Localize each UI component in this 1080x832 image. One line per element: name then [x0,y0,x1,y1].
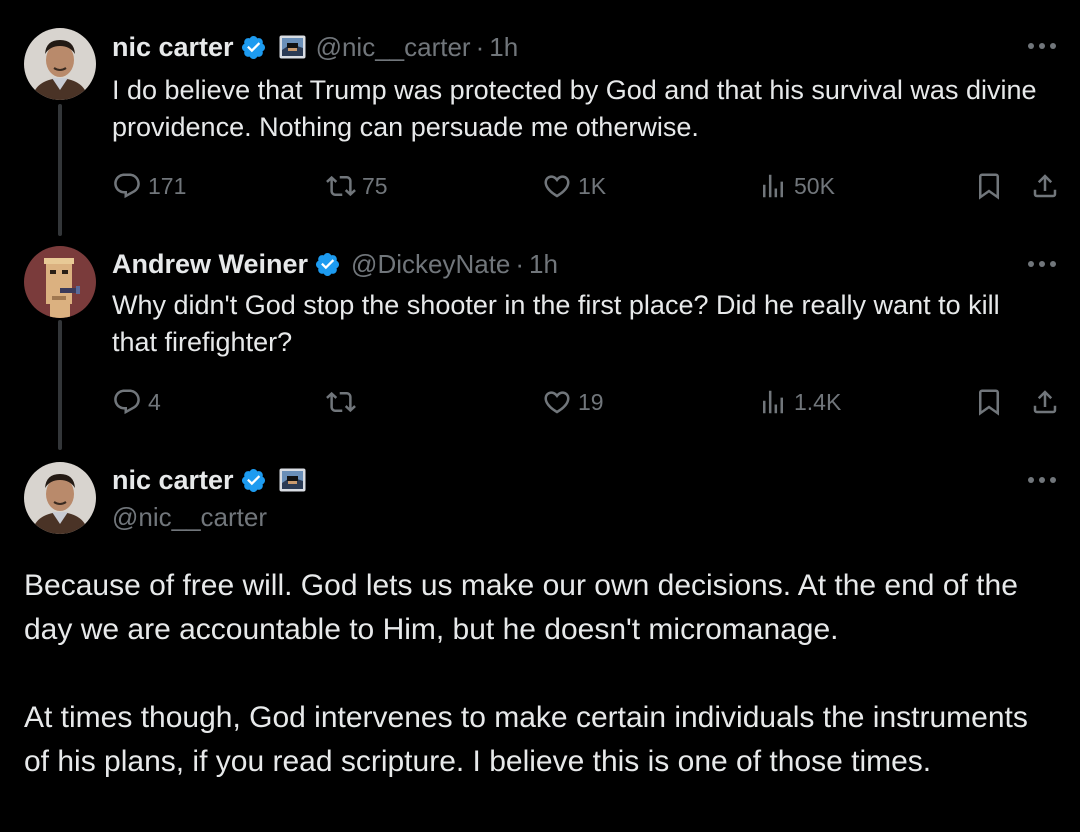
reply-icon [114,389,140,415]
like-icon [544,391,570,414]
more-icon[interactable] [1028,475,1056,485]
tweet-header: nic carter [112,463,306,497]
verified-badge-icon[interactable] [314,251,341,278]
reply-count: 4 [148,388,161,415]
separator: · [515,248,525,279]
tweet-header: Andrew Weiner @DickeyNate · 1h [112,247,558,281]
repost-button[interactable] [326,384,362,420]
timestamp[interactable]: 1h [529,249,558,280]
tweet-paragraph: At times though, God intervenes to make … [24,701,1028,778]
more-icon[interactable] [1028,41,1056,51]
avatar[interactable] [24,28,96,100]
tweet-actions: 4 19 1.4K [112,384,1062,420]
tweet-actions: 171 75 1K 50K [112,168,1062,204]
reply-icon [114,173,140,199]
like-count: 1K [578,172,607,199]
display-name[interactable]: Andrew Weiner [112,249,308,280]
views-count: 50K [794,172,835,199]
affiliate-badge-icon[interactable] [279,468,306,492]
views-count: 1.4K [794,388,842,415]
views-button[interactable]: 50K [758,168,835,204]
affiliate-badge-icon[interactable] [279,35,306,59]
repost-count: 75 [362,172,388,199]
bookmark-button[interactable] [974,384,1004,420]
display-name[interactable]: nic carter [112,465,234,496]
share-button[interactable] [1030,168,1060,204]
bookmark-icon [979,389,999,416]
handle[interactable]: @DickeyNate [351,249,510,280]
repost-icon [326,175,356,197]
like-count: 19 [578,388,604,415]
tweet[interactable]: nic carter @nic__carter · 1h I do believ… [0,0,1080,236]
verified-badge-icon[interactable] [240,467,267,494]
like-button[interactable]: 19 [542,384,604,420]
share-icon [1033,174,1057,198]
avatar[interactable] [24,462,96,534]
repost-icon [326,391,356,413]
share-icon [1033,390,1057,414]
tweet-header: nic carter @nic__carter · 1h [112,30,518,64]
bookmark-icon [979,173,999,200]
tweet-text: Because of free will. God lets us make o… [24,564,1050,784]
like-icon [544,175,570,198]
verified-badge-icon[interactable] [240,34,267,61]
views-icon [763,174,783,198]
reply-button[interactable]: 171 [112,168,186,204]
tweet-paragraph: Because of free will. God lets us make o… [24,569,1018,646]
display-name[interactable]: nic carter [112,32,234,63]
views-button[interactable]: 1.4K [758,384,841,420]
avatar[interactable] [24,246,96,318]
timestamp[interactable]: 1h [489,32,518,63]
like-button[interactable]: 1K [542,168,606,204]
separator: · [475,31,485,62]
handle[interactable]: @nic__carter [112,502,267,533]
reply-count: 171 [148,172,187,199]
bookmark-button[interactable] [974,168,1004,204]
handle-row: @nic__carter [112,500,267,534]
views-icon [763,390,783,414]
focused-tweet[interactable]: nic carter @nic__carter Because of free … [0,452,1080,832]
tweet[interactable]: Andrew Weiner @DickeyNate · 1h Why didn'… [0,236,1080,452]
more-icon[interactable] [1028,259,1056,269]
reply-button[interactable]: 4 [112,384,161,420]
repost-button[interactable]: 75 [326,168,388,204]
tweet-text: Why didn't God stop the shooter in the f… [112,290,1000,357]
handle[interactable]: @nic__carter [316,32,471,63]
tweet-text: I do believe that Trump was protected by… [112,75,1037,142]
share-button[interactable] [1030,384,1060,420]
